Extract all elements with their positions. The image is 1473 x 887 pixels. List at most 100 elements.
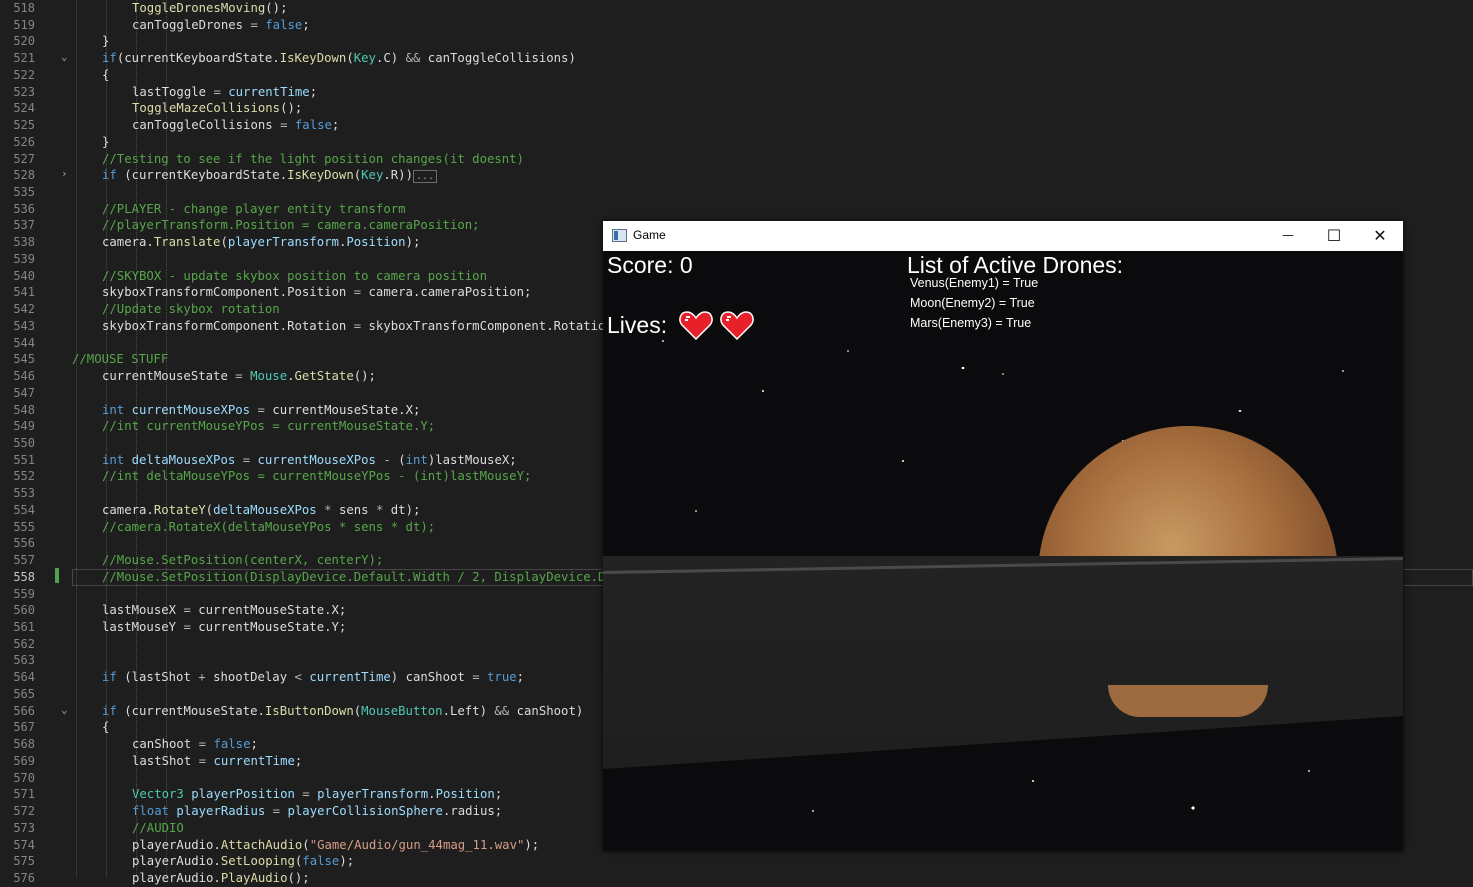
code-line[interactable]: 535 <box>0 184 1473 201</box>
code-token: Translate <box>153 235 221 250</box>
code-token: (); <box>265 1 288 15</box>
code-token: (); <box>353 369 376 384</box>
code-line[interactable]: 536 //PLAYER - change player entity trans… <box>0 201 1473 218</box>
fold-toggle-icon[interactable]: ⌄ <box>61 701 68 718</box>
code-token: playerPosition <box>191 787 295 802</box>
line-number: 567 <box>13 720 35 735</box>
code-token: currentMouseState <box>102 369 236 384</box>
code-text: //Update skybox rotation <box>102 301 280 318</box>
code-token: (lastShot <box>124 670 199 685</box>
maximize-button[interactable]: ☐ <box>1311 221 1357 251</box>
code-token: . <box>287 369 295 384</box>
code-text: skyboxTransformComponent.Position = came… <box>102 284 531 301</box>
code-line[interactable]: 528 if (currentKeyboardState.IsKeyDown(Ke… <box>0 167 1473 184</box>
line-number: 521 <box>13 51 35 66</box>
code-token: PlayAudio <box>220 870 288 885</box>
code-token: ); <box>339 854 355 869</box>
code-token: int <box>102 402 132 417</box>
code-token: //AUDIO <box>132 820 184 835</box>
code-line[interactable]: 522 { <box>0 67 1473 84</box>
game-window[interactable]: Game — ☐ ✕ Score: 0 Lives: List of Activ… <box>603 221 1403 851</box>
code-token: = <box>198 737 214 752</box>
code-text: //AUDIO <box>132 820 184 837</box>
code-token: .Left) <box>442 703 495 718</box>
code-token: if <box>102 51 117 66</box>
code-line[interactable]: 527 //Testing to see if the light positio… <box>0 151 1473 168</box>
code-line[interactable]: 524 ToggleMazeCollisions(); <box>0 100 1473 117</box>
code-line[interactable]: 520} <box>0 33 1473 50</box>
code-line[interactable]: 519 canToggleDrones = false; <box>0 17 1473 34</box>
code-line[interactable]: 518 ToggleDronesMoving(); <box>0 0 1473 17</box>
code-token: lastShot <box>132 753 199 768</box>
code-line[interactable]: 523 lastToggle = currentTime; <box>0 84 1473 101</box>
code-line[interactable]: 575 playerAudio.SetLooping(false); <box>0 853 1473 870</box>
code-token: canToggleCollisions <box>132 118 281 133</box>
line-number: 575 <box>13 854 35 869</box>
code-token: ); <box>524 837 540 852</box>
code-token: currentMouseState.X; <box>272 402 421 417</box>
code-token: (currentKeyboardState. <box>116 51 280 66</box>
code-token: ); <box>405 235 421 250</box>
code-token: < <box>294 670 310 685</box>
line-number: 523 <box>13 84 35 99</box>
code-text: ToggleDronesMoving(); <box>132 0 287 17</box>
code-token: IsKeyDown <box>287 168 354 183</box>
code-token: { <box>102 720 110 735</box>
line-number: 549 <box>13 419 35 434</box>
line-number: 518 <box>13 1 35 15</box>
line-number: 576 <box>13 870 35 885</box>
code-text: //Mouse.SetPosition(centerX, centerY); <box>102 552 383 569</box>
code-token: lastMouseX <box>102 603 184 618</box>
code-text: int currentMouseXPos = currentMouseState… <box>102 402 420 419</box>
line-number: 573 <box>13 820 35 835</box>
game-viewport[interactable]: Score: 0 Lives: List of Active Drones: V… <box>603 251 1403 851</box>
code-line[interactable]: 576 playerAudio.PlayAudio(); <box>0 870 1473 887</box>
code-line[interactable]: 525 canToggleCollisions = false; <box>0 117 1473 134</box>
code-text: if(currentKeyboardState.IsKeyDown(Key.C)… <box>102 50 576 67</box>
code-token: .R)) <box>383 168 413 183</box>
line-number: 553 <box>13 486 35 501</box>
code-token: skyboxTransformComponent.Rotation; <box>368 318 621 333</box>
code-token: . <box>428 787 436 802</box>
code-text: lastMouseX = currentMouseState.X; <box>102 602 346 619</box>
code-token: canShoot) <box>516 703 584 718</box>
code-token: = <box>183 620 199 634</box>
minimize-button[interactable]: — <box>1265 221 1311 251</box>
line-number: 557 <box>13 553 35 568</box>
code-text: canToggleDrones = false; <box>132 17 310 34</box>
code-token: //Testing to see if the light position c… <box>102 151 524 166</box>
line-number: 528 <box>13 168 35 183</box>
collapsed-region[interactable]: ... <box>412 170 438 184</box>
code-token: false <box>302 854 340 869</box>
code-text: lastToggle = currentTime; <box>132 84 317 101</box>
code-text: //Testing to see if the light position c… <box>102 151 524 168</box>
code-token: ( <box>346 51 354 66</box>
score-label: Score: 0 <box>607 252 693 278</box>
line-number: 559 <box>13 586 35 601</box>
code-token: (); <box>280 101 303 116</box>
code-line[interactable]: 526} <box>0 134 1473 151</box>
close-button[interactable]: ✕ <box>1357 221 1403 251</box>
code-token: canToggleCollisions) <box>427 51 576 66</box>
line-number: 548 <box>13 402 35 417</box>
line-number: 550 <box>13 435 35 450</box>
fold-toggle-icon[interactable]: ⌄ <box>61 48 68 65</box>
code-token: Vector3 <box>132 787 192 802</box>
code-text: //MOUSE STUFF <box>72 351 168 368</box>
code-text: //playerTransform.Position = camera.came… <box>102 217 480 234</box>
code-text: if (lastShot + shootDelay < currentTime)… <box>102 669 524 686</box>
code-token: IsButtonDown <box>264 703 354 718</box>
code-token: = <box>235 369 251 384</box>
code-token: = <box>280 118 295 133</box>
code-token: currentTime <box>309 670 391 685</box>
code-text: if (currentMouseState.IsButtonDown(Mouse… <box>102 703 583 720</box>
code-line[interactable]: 521 if(currentKeyboardState.IsKeyDown(Key… <box>0 50 1473 67</box>
game-title-bar[interactable]: Game — ☐ ✕ <box>603 221 1403 251</box>
fold-toggle-icon[interactable]: › <box>61 165 68 182</box>
code-text: canShoot = false; <box>132 736 258 753</box>
code-token: * <box>324 502 339 517</box>
code-token: GetState <box>294 369 354 384</box>
